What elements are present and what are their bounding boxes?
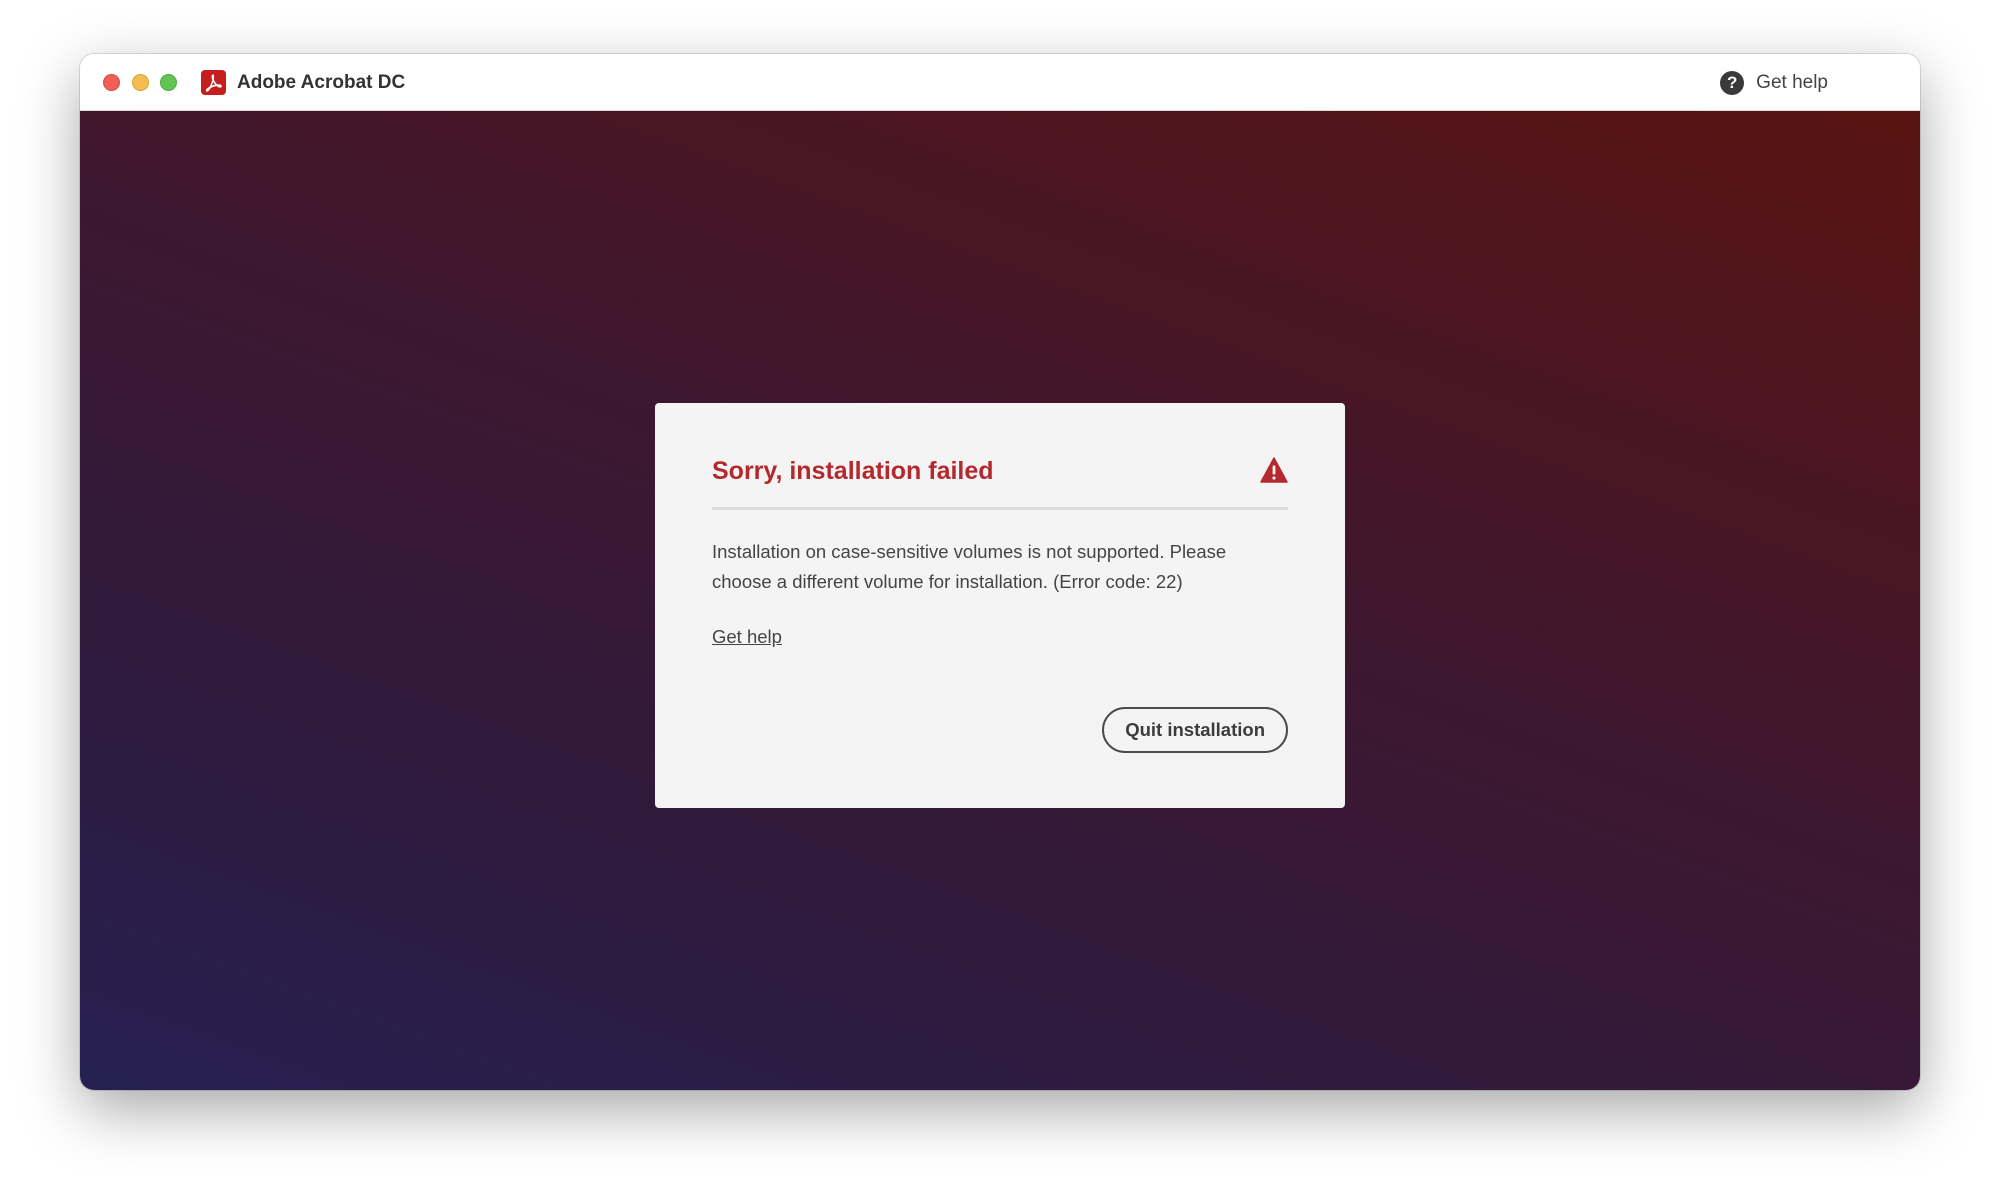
header-get-help-button[interactable]: ? Get help xyxy=(1720,69,1828,97)
title-bar: Adobe Acrobat DC ? Get help xyxy=(80,54,1920,111)
error-message: Installation on case-sensitive volumes i… xyxy=(712,541,1227,592)
maximize-window-button[interactable] xyxy=(160,74,177,91)
installer-window: Adobe Acrobat DC ? Get help Sorry, insta… xyxy=(80,54,1920,1090)
warning-triangle-icon xyxy=(1260,457,1288,483)
error-dialog: Sorry, installation failed Installation … xyxy=(655,403,1345,808)
quit-installation-button[interactable]: Quit installation xyxy=(1102,707,1288,753)
minimize-window-button[interactable] xyxy=(132,74,149,91)
question-circle-icon: ? xyxy=(1720,71,1745,95)
header-get-help-label: Get help xyxy=(1756,72,1828,93)
app-title: Adobe Acrobat DC xyxy=(237,72,406,93)
dialog-header: Sorry, installation failed xyxy=(712,455,1288,510)
dialog-title: Sorry, installation failed xyxy=(712,457,994,485)
installer-background: Sorry, installation failed Installation … xyxy=(80,111,1920,1090)
close-window-button[interactable] xyxy=(103,74,120,91)
dialog-get-help-link[interactable]: Get help xyxy=(712,623,782,651)
acrobat-logo-icon xyxy=(201,70,226,95)
